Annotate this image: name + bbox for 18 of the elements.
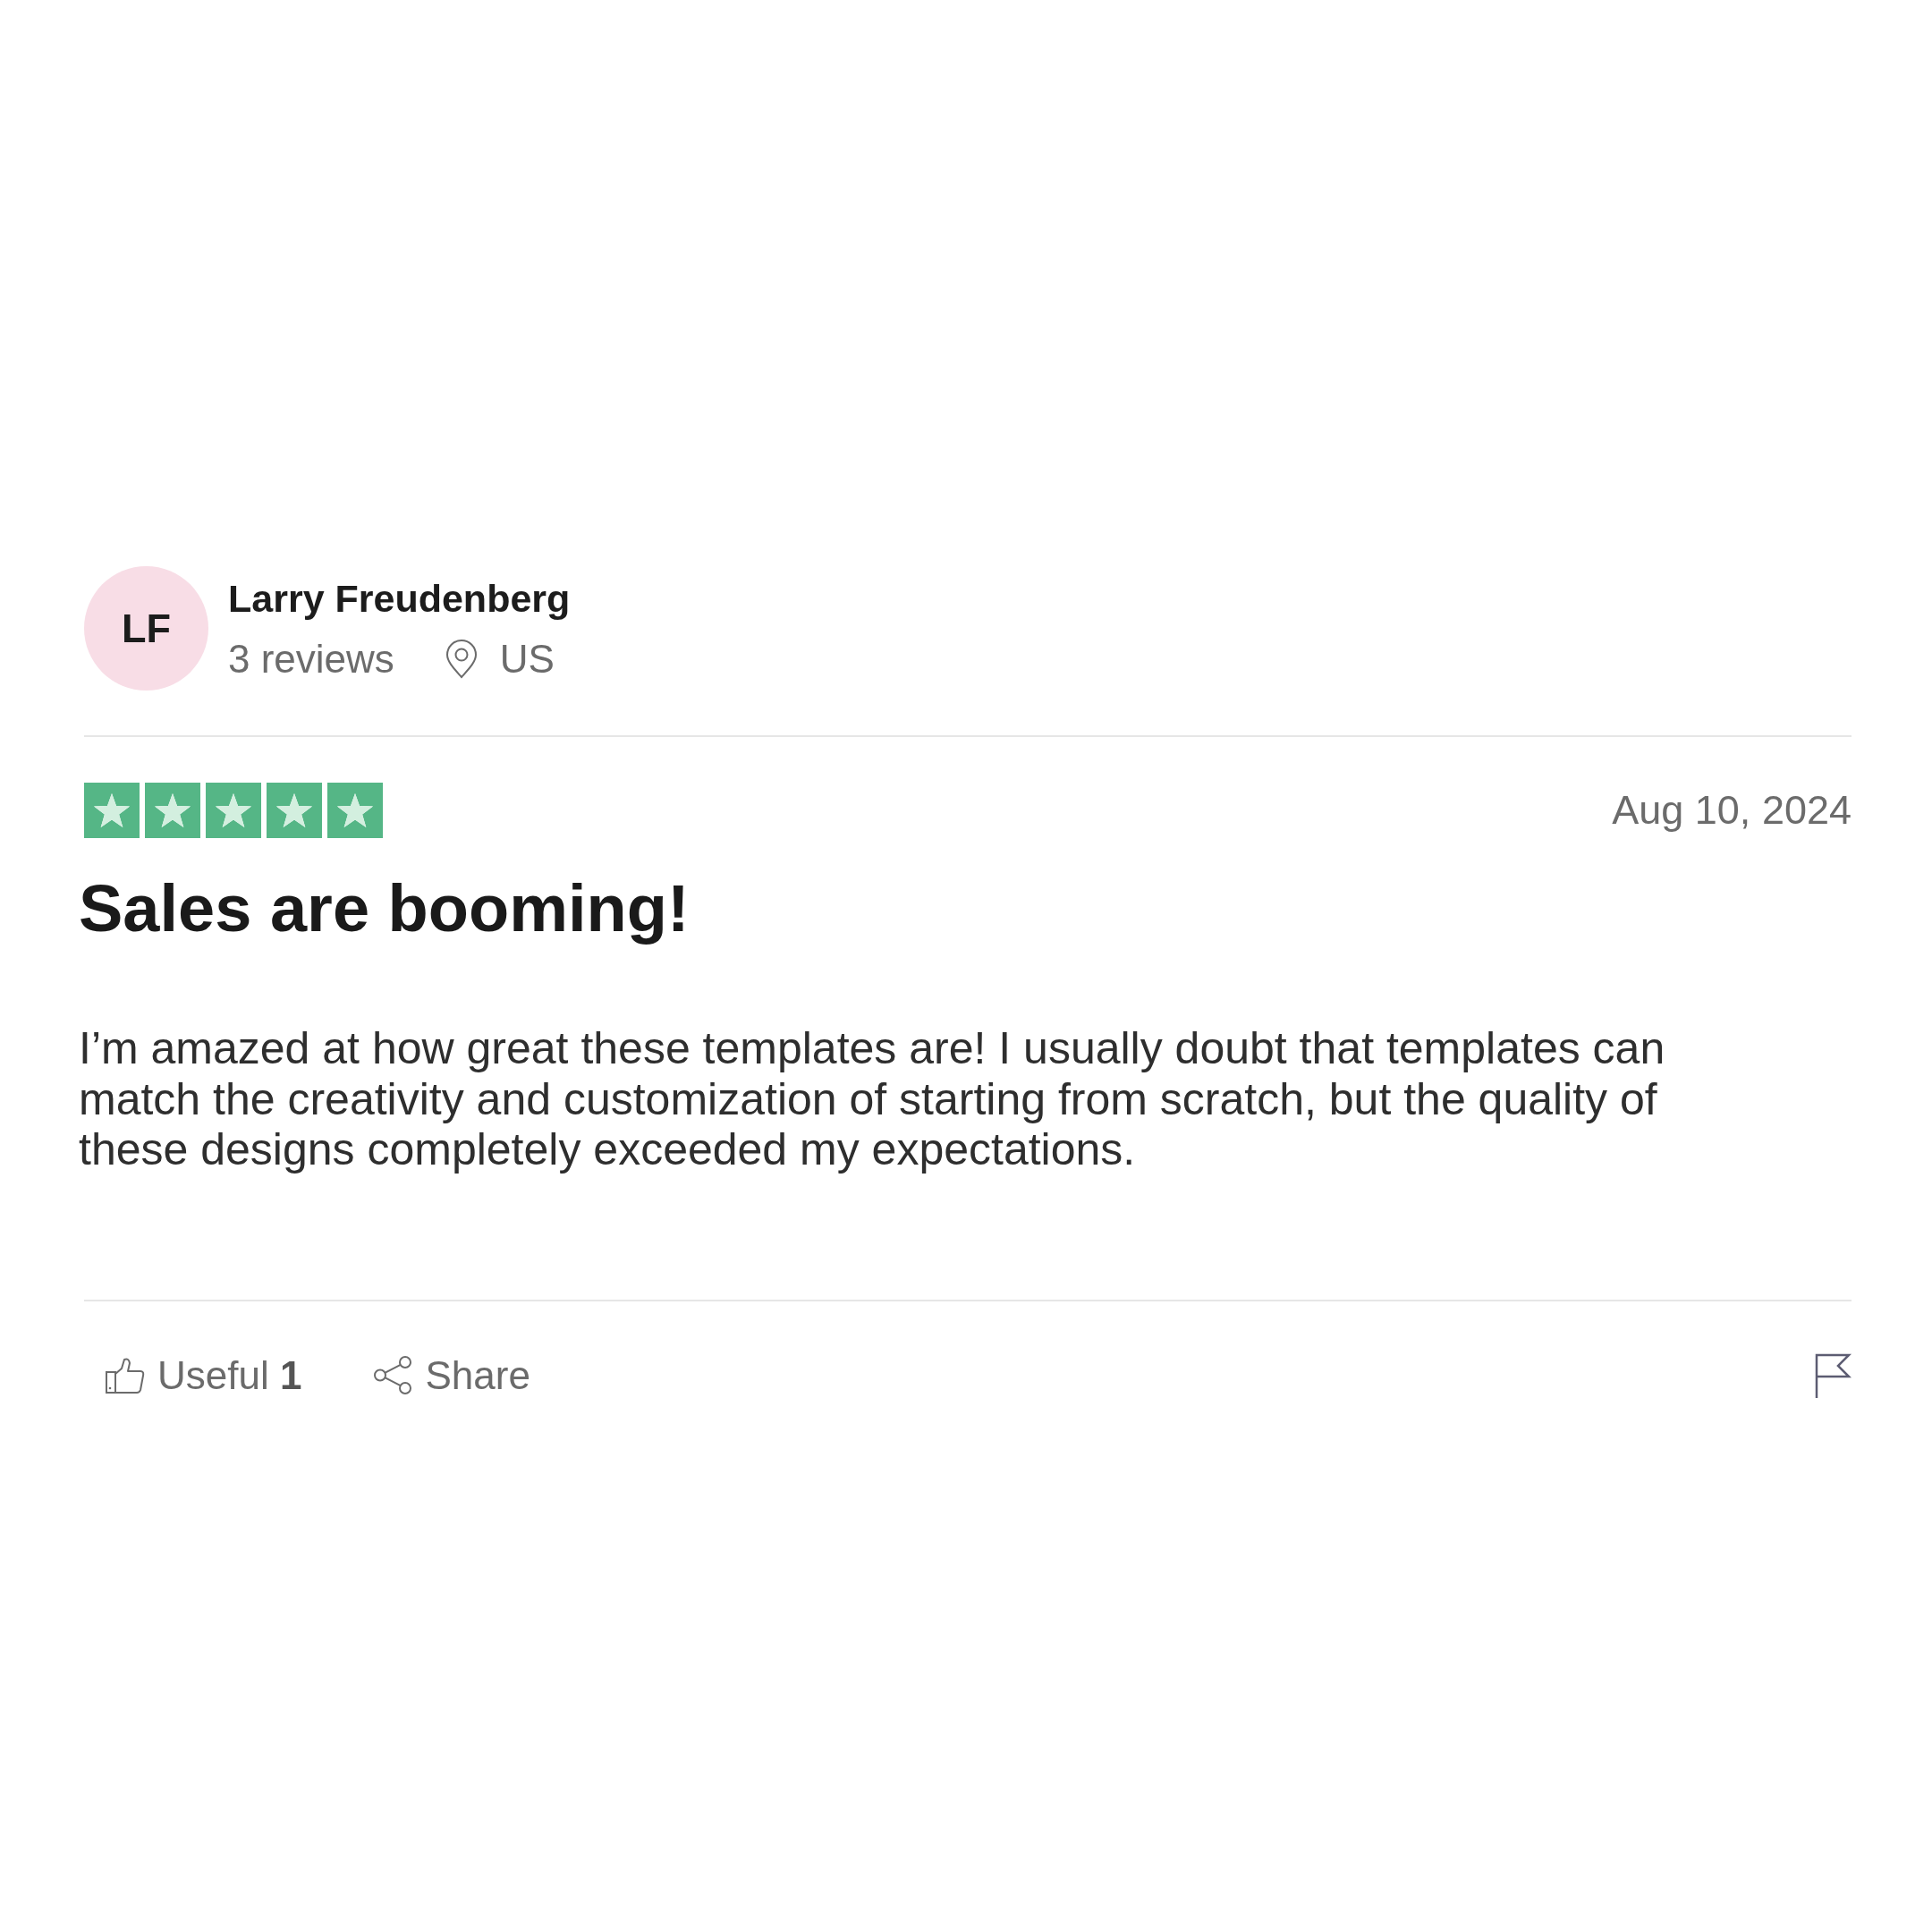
thumbs-up-icon xyxy=(106,1356,145,1394)
star-icon xyxy=(206,783,261,838)
star-icon xyxy=(327,783,383,838)
share-button[interactable]: Share xyxy=(373,1352,530,1399)
review-title: Sales are booming! xyxy=(79,870,691,947)
review-count: 3 reviews xyxy=(228,635,394,682)
location-pin-icon xyxy=(445,639,478,679)
location-text: US xyxy=(499,635,555,682)
star-icon xyxy=(267,783,322,838)
user-avatar: LF xyxy=(84,566,208,691)
review-text: I’m amazed at how great these templates are! I usually doubt that templates can match the creativity and customization of starting from scratch, but the quality of these designs completely exceeded my expectations. xyxy=(79,1023,1666,1175)
star-icon xyxy=(145,783,200,838)
reviewer-name: Larry Freudenberg xyxy=(228,575,571,622)
review-date: Aug 10, 2024 xyxy=(1612,787,1852,834)
share-icon xyxy=(373,1355,414,1395)
useful-button[interactable]: Useful 1 xyxy=(106,1352,302,1399)
star-icon xyxy=(84,783,140,838)
flag-icon[interactable] xyxy=(1815,1352,1852,1398)
